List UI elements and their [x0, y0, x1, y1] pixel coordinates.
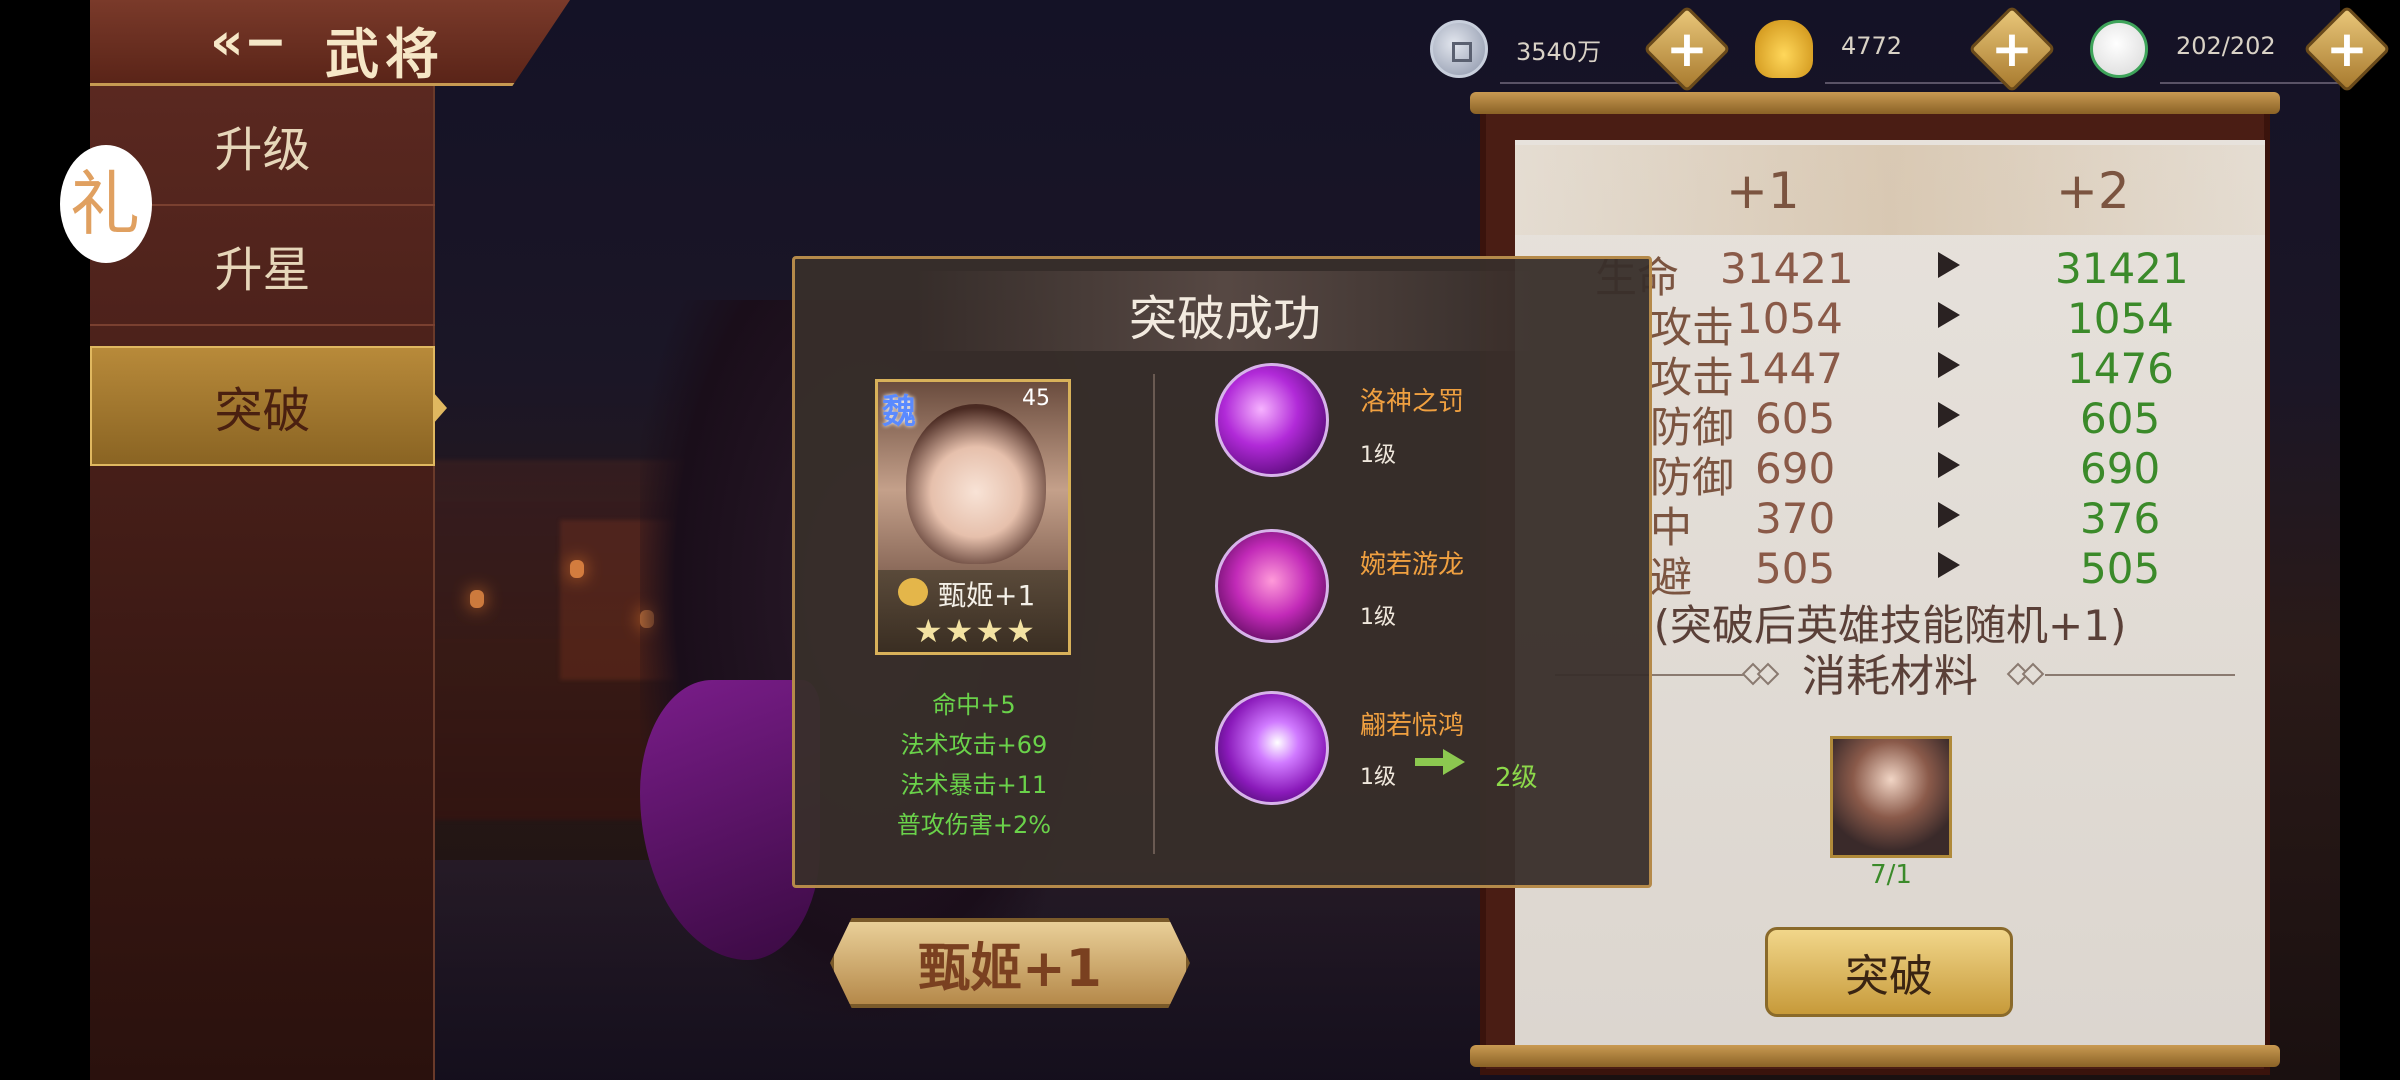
resource-underline	[1825, 82, 2005, 84]
stat-from: 1447	[1736, 344, 1843, 393]
right-arrow-icon	[1938, 302, 1962, 332]
hero-card-name: 甄姬+1	[938, 579, 1036, 612]
resource-stamina: 202/202 +	[2090, 5, 2391, 93]
right-arrow-icon	[1938, 552, 1962, 582]
popup-divider	[1153, 374, 1155, 854]
resource-underline	[1500, 82, 1680, 84]
skill-icon-luoshen[interactable]	[1215, 363, 1329, 477]
stats-col-to: +2	[2056, 162, 2130, 220]
bun-stamina-icon	[2090, 20, 2148, 78]
skill-level: 1级	[1360, 605, 1396, 630]
back-arrow-icon[interactable]: «−	[210, 14, 290, 70]
panel-top-ornament	[1470, 92, 2280, 114]
hat-rank-icon	[898, 578, 928, 606]
right-arrow-icon	[1938, 452, 1962, 482]
gold-ingot-icon	[1755, 20, 1813, 78]
add-gold-button[interactable]: +	[1968, 5, 2056, 93]
skill-name: 洛神之罚	[1360, 387, 1465, 417]
nav-item-breakthrough[interactable]: 突破	[90, 346, 447, 466]
stat-from: 31421	[1720, 244, 1854, 293]
silver-coin-icon	[1430, 20, 1488, 78]
page-title: 武将	[325, 23, 445, 86]
material-count: 7/1	[1870, 860, 1912, 890]
stat-from: 605	[1755, 394, 1836, 443]
breakthrough-success-popup[interactable]: 突破成功 魏 45 甄姬+1 ★★★★ 命中+5 法术攻击+69 法术暴击+11…	[792, 256, 1652, 888]
skill-level: 1级	[1360, 443, 1396, 468]
right-arrow-icon	[1938, 402, 1962, 432]
add-silver-button[interactable]: +	[1643, 5, 1731, 93]
lantern-icon	[570, 560, 584, 578]
faction-badge: 魏	[882, 392, 916, 432]
bonus-stat: 法术攻击+69	[900, 731, 1048, 759]
stat-to: 31421	[2055, 244, 2189, 293]
stat-to: 1476	[2067, 344, 2174, 393]
bonus-stat: 普攻伤害+2%	[896, 811, 1052, 839]
stat-from: 690	[1755, 444, 1836, 493]
stats-col-from: +1	[1726, 162, 1800, 220]
silver-value: 3540万	[1516, 38, 1602, 66]
stats-panel-header	[1515, 145, 2265, 235]
popup-title: 突破成功	[1128, 291, 1321, 347]
stat-from: 370	[1755, 494, 1836, 543]
skill-icon-pianruo[interactable]	[1215, 691, 1329, 805]
hero-name-plate: 甄姬+1	[830, 918, 1190, 1008]
gold-value: 4772	[1841, 32, 1903, 60]
stat-to: 376	[2080, 494, 2161, 543]
skill-name: 婉若游龙	[1360, 550, 1465, 580]
stat-to: 690	[2080, 444, 2161, 493]
stat-to: 1054	[2067, 294, 2174, 343]
skill-level: 1级	[1360, 765, 1396, 790]
stat-to: 505	[2080, 544, 2161, 593]
hero-card: 魏 45 甄姬+1 ★★★★	[875, 379, 1071, 655]
star-rating: ★★★★	[914, 612, 1037, 650]
right-arrow-icon	[1938, 252, 1962, 282]
divider-line	[2045, 674, 2235, 676]
hero-card-nameplate: 甄姬+1 ★★★★	[878, 570, 1068, 652]
side-gift-tab[interactable]: 礼	[60, 145, 152, 263]
level-up-arrow-icon	[1415, 749, 1465, 775]
right-arrow-icon	[1938, 352, 1962, 382]
lantern-icon	[470, 590, 484, 608]
skill-new-level: 2级	[1495, 763, 1538, 793]
add-stamina-button[interactable]: +	[2303, 5, 2391, 93]
stat-to: 605	[2080, 394, 2161, 443]
breakthrough-button[interactable]: 突破	[1765, 927, 2013, 1017]
resource-gold: 4772 +	[1755, 5, 2056, 93]
hero-level: 45	[1022, 386, 1050, 411]
resource-underline	[2160, 82, 2340, 84]
stat-from: 1054	[1736, 294, 1843, 343]
skill-icon-wanruo[interactable]	[1215, 529, 1329, 643]
stat-from: 505	[1755, 544, 1836, 593]
material-hero-card[interactable]	[1830, 736, 1952, 858]
bonus-stat: 法术暴击+11	[900, 771, 1048, 799]
stamina-value: 202/202	[2176, 32, 2276, 60]
right-arrow-icon	[1938, 502, 1962, 532]
bonus-stat: 命中+5	[932, 691, 1016, 719]
resource-silver: 3540万 +	[1430, 5, 1731, 93]
panel-bottom-ornament	[1470, 1045, 2280, 1067]
skill-name: 翩若惊鸿	[1360, 711, 1465, 741]
right-safe-area	[2340, 0, 2400, 1080]
hero-portrait	[906, 404, 1046, 564]
